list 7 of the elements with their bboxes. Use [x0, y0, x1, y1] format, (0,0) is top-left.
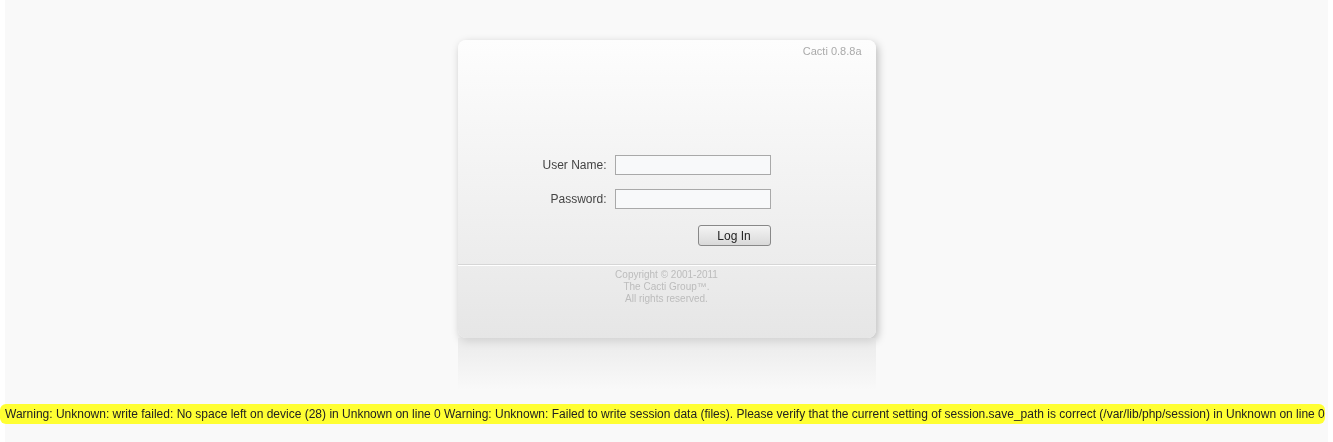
input-field[interactable]	[614, 155, 771, 175]
field-label: User Name:	[542, 158, 607, 172]
warning-message: Warning: Unknown: write failed: No space left on device (28) in Unknown on line 0 Warning: Unknown: Failed to write session data (files). Please verify that the current setting of session.save_path is correct (/var/lib/php/session) in Unknown on line 0	[0, 404, 1325, 424]
version-label: Cacti 0.8.8a	[802, 45, 862, 57]
field-label: Password:	[550, 192, 607, 206]
input-field[interactable]	[614, 189, 771, 209]
login-button[interactable]: Log In	[697, 225, 771, 246]
